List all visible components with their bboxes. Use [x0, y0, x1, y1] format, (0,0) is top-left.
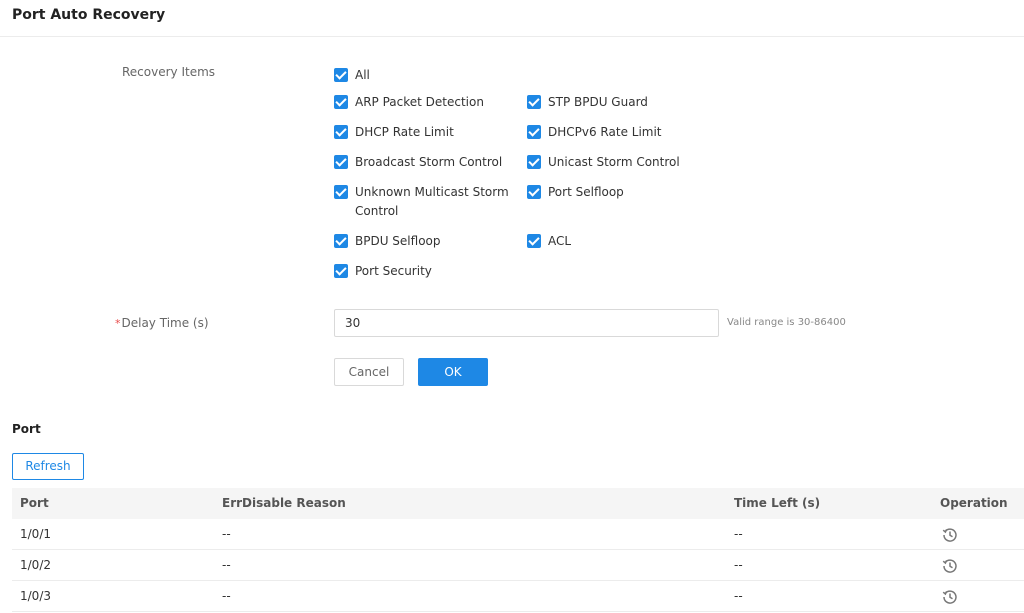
- checkbox-label: BPDU Selfloop: [355, 234, 441, 248]
- checkbox-checked-icon: [334, 185, 348, 199]
- checkbox-label: DHCPv6 Rate Limit: [548, 125, 662, 139]
- checkbox-port-security[interactable]: Port Security: [334, 262, 515, 281]
- checkbox-checked-icon: [527, 125, 541, 139]
- column-header-port[interactable]: Port: [20, 488, 49, 519]
- checkbox-label: DHCP Rate Limit: [355, 125, 454, 139]
- time-left-cell: --: [734, 558, 743, 572]
- checkbox-label: Port Selfloop: [548, 185, 624, 199]
- checkbox-broadcast-storm-control[interactable]: Broadcast Storm Control: [334, 153, 515, 172]
- history-icon[interactable]: [942, 527, 958, 543]
- checkbox-checked-icon: [334, 155, 348, 169]
- port-table: Port ErrDisable Reason Time Left (s) Ope…: [12, 488, 1024, 612]
- time-left-cell: --: [734, 589, 743, 603]
- delay-time-label: *Delay Time (s): [115, 316, 209, 330]
- port-cell: 1/0/3: [20, 589, 51, 603]
- page-title: Port Auto Recovery: [12, 7, 166, 23]
- checkbox-checked-icon: [527, 185, 541, 199]
- time-left-cell: --: [734, 527, 743, 541]
- delay-time-label-text: Delay Time (s): [121, 316, 209, 330]
- page-header: Port Auto Recovery: [0, 0, 1024, 37]
- checkbox-arp-packet-detection[interactable]: ARP Packet Detection: [334, 93, 515, 112]
- checkbox-unicast-storm-control[interactable]: Unicast Storm Control: [527, 153, 708, 172]
- checkbox-label: STP BPDU Guard: [548, 95, 648, 109]
- checkbox-stp-bpdu-guard[interactable]: STP BPDU Guard: [527, 93, 708, 112]
- table-row: 1/0/1 -- --: [12, 519, 1024, 550]
- refresh-button[interactable]: Refresh: [12, 453, 84, 480]
- table-row: 1/0/3 -- --: [12, 581, 1024, 612]
- column-header-errdisable-reason[interactable]: ErrDisable Reason: [222, 488, 346, 519]
- table-header: Port ErrDisable Reason Time Left (s) Ope…: [12, 488, 1024, 519]
- checkbox-bpdu-selfloop[interactable]: BPDU Selfloop: [334, 232, 515, 251]
- ok-button[interactable]: OK: [418, 358, 488, 386]
- checkbox-checked-icon: [527, 95, 541, 109]
- errdisable-reason-cell: --: [222, 589, 231, 603]
- history-icon[interactable]: [942, 558, 958, 574]
- port-cell: 1/0/1: [20, 527, 51, 541]
- port-section-title: Port: [12, 422, 41, 436]
- checkbox-checked-icon: [334, 264, 348, 278]
- checkbox-checked-icon: [334, 125, 348, 139]
- checkbox-dhcpv6-rate-limit[interactable]: DHCPv6 Rate Limit: [527, 123, 708, 142]
- checkbox-label: ARP Packet Detection: [355, 95, 484, 109]
- checkbox-label: Broadcast Storm Control: [355, 155, 503, 169]
- checkbox-checked-icon: [527, 155, 541, 169]
- checkbox-acl[interactable]: ACL: [527, 232, 708, 251]
- checkbox-label: Unicast Storm Control: [548, 155, 680, 169]
- recovery-items-label: Recovery Items: [122, 65, 216, 79]
- checkbox-dhcp-rate-limit[interactable]: DHCP Rate Limit: [334, 123, 515, 142]
- checkbox-checked-icon: [527, 234, 541, 248]
- checkbox-label: Unknown Multicast Storm Control: [355, 185, 509, 218]
- table-row: 1/0/2 -- --: [12, 550, 1024, 581]
- cancel-button[interactable]: Cancel: [334, 358, 404, 386]
- column-header-operation: Operation: [940, 496, 1008, 510]
- checkbox-checked-icon: [334, 68, 348, 82]
- errdisable-reason-cell: --: [222, 527, 231, 541]
- history-icon[interactable]: [942, 589, 958, 605]
- checkbox-label: All: [355, 68, 370, 82]
- checkbox-label: Port Security: [355, 264, 432, 278]
- required-mark: *: [115, 317, 121, 330]
- checkbox-port-selfloop[interactable]: Port Selfloop: [527, 183, 708, 202]
- checkbox-checked-icon: [334, 95, 348, 109]
- checkbox-checked-icon: [334, 234, 348, 248]
- checkbox-all[interactable]: All: [334, 66, 515, 85]
- delay-time-input[interactable]: 30: [334, 309, 719, 337]
- column-header-time-left[interactable]: Time Left (s): [734, 488, 820, 519]
- errdisable-reason-cell: --: [222, 558, 231, 572]
- port-cell: 1/0/2: [20, 558, 51, 572]
- delay-time-hint: Valid range is 30-86400: [727, 317, 846, 328]
- checkbox-unknown-multicast-storm-control[interactable]: Unknown Multicast Storm Control: [334, 183, 513, 221]
- checkbox-label: ACL: [548, 234, 572, 248]
